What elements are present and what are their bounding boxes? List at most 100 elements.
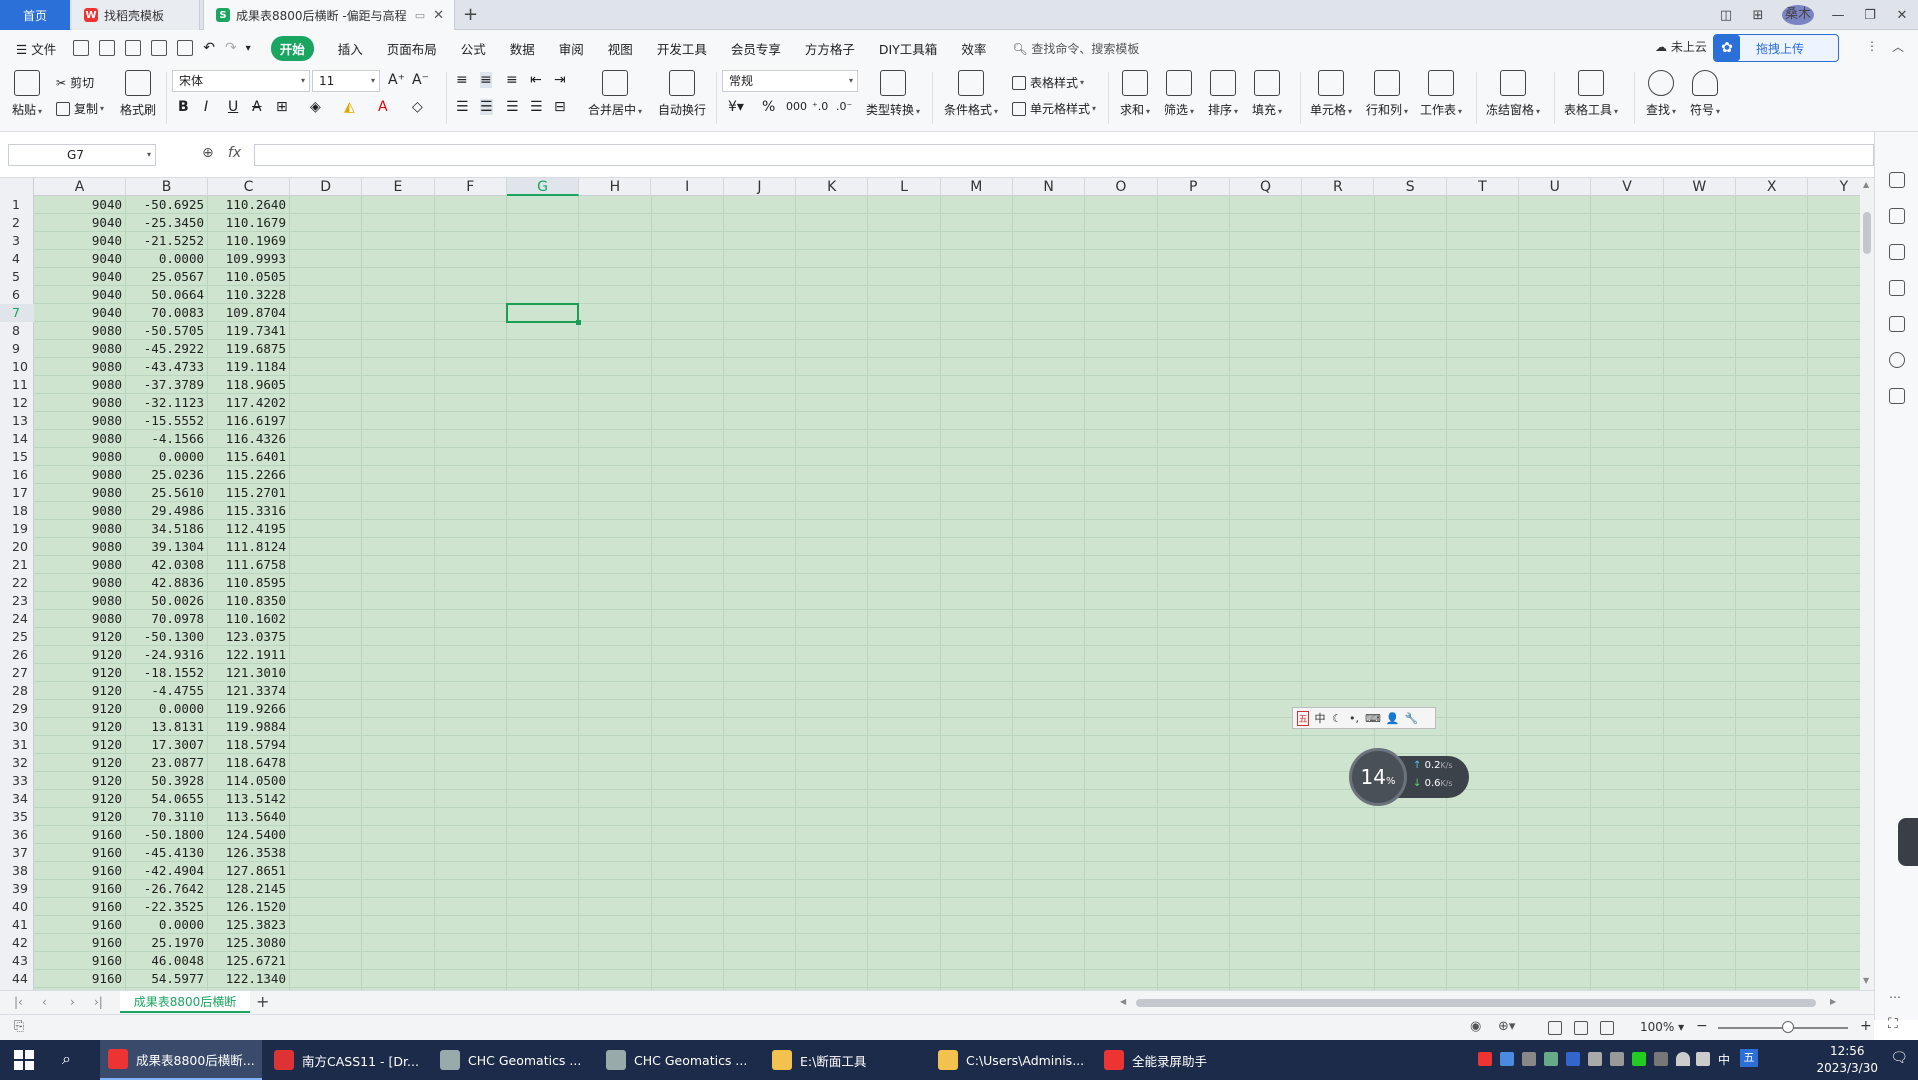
- cell-b[interactable]: -42.4904: [126, 862, 208, 880]
- column-header-a[interactable]: A: [34, 178, 126, 196]
- menu-tab-start[interactable]: 开始: [270, 35, 314, 61]
- align-middle-icon[interactable]: ≡: [480, 72, 492, 88]
- cell-b[interactable]: 34.5186: [126, 520, 208, 538]
- row-header[interactable]: 27: [0, 664, 34, 682]
- cell-c[interactable]: 113.5640: [208, 808, 290, 826]
- active-cell-selection[interactable]: [505, 303, 582, 325]
- clear-format-icon[interactable]: ◇: [412, 99, 423, 115]
- side-properties-icon[interactable]: [1889, 244, 1905, 260]
- cell-a[interactable]: 9120: [34, 718, 126, 736]
- menu-tab-member[interactable]: 会员专享: [731, 39, 781, 58]
- borders-icon[interactable]: ⊞: [276, 99, 288, 115]
- row-header[interactable]: 1: [0, 196, 34, 214]
- cell-c[interactable]: 110.8595: [208, 574, 290, 592]
- cell-b[interactable]: 0.0000: [126, 250, 208, 268]
- cell-b[interactable]: -45.4130: [126, 844, 208, 862]
- cell-a[interactable]: 9040: [34, 196, 126, 214]
- side-select-icon[interactable]: [1889, 208, 1905, 224]
- cell-c[interactable]: 115.3316: [208, 502, 290, 520]
- align-right-icon[interactable]: ☰: [506, 99, 519, 115]
- row-header[interactable]: 43: [0, 952, 34, 970]
- ime-punctuation-icon[interactable]: •,: [1348, 712, 1360, 725]
- row-header[interactable]: 37: [0, 844, 34, 862]
- cell-a[interactable]: 9120: [34, 754, 126, 772]
- cell-a[interactable]: 9040: [34, 268, 126, 286]
- table-style-button[interactable]: 表格样式 ▾: [1012, 74, 1084, 91]
- cell-button[interactable]: 单元格 ▾: [1310, 66, 1352, 118]
- tray-record-icon[interactable]: [1478, 1052, 1492, 1066]
- symbol-button[interactable]: 符号 ▾: [1690, 66, 1720, 118]
- row-header[interactable]: 14: [0, 430, 34, 448]
- tray-wifi-icon[interactable]: [1676, 1052, 1690, 1066]
- cell-area[interactable]: 9040 -50.6925 110.2640 9040 -25.3450 110.1679…: [34, 196, 1860, 990]
- column-header-e[interactable]: E: [362, 178, 435, 196]
- row-header[interactable]: 30: [0, 718, 34, 736]
- cell-c[interactable]: 122.1911: [208, 646, 290, 664]
- taskbar-clock[interactable]: 12:56 2023/3/30: [1816, 1043, 1878, 1077]
- cell-c[interactable]: 124.5400: [208, 826, 290, 844]
- ime-toolbar[interactable]: 五 中 ☾ •, ⌨ 👤 🔧: [1292, 707, 1436, 729]
- add-sheet-icon[interactable]: +: [256, 992, 269, 1011]
- eye-protection-icon[interactable]: ◉: [1470, 1019, 1481, 1034]
- save-icon[interactable]: [73, 40, 90, 56]
- cell-c[interactable]: 117.4202: [208, 394, 290, 412]
- row-header[interactable]: 24: [0, 610, 34, 628]
- cell-b[interactable]: 39.1304: [126, 538, 208, 556]
- close-window-icon[interactable]: ✕: [1886, 8, 1918, 23]
- side-shortcut-icon[interactable]: [1889, 172, 1905, 188]
- row-header[interactable]: 25: [0, 628, 34, 646]
- cell-a[interactable]: 9120: [34, 646, 126, 664]
- tab-close-icon[interactable]: ✕: [433, 8, 444, 23]
- taskbar-app-4[interactable]: CHC Geomatics ...: [598, 1040, 760, 1080]
- cell-b[interactable]: -50.1800: [126, 826, 208, 844]
- fullscreen-icon[interactable]: ⛶: [1888, 1016, 1898, 1032]
- macro-record-icon[interactable]: ⎘: [14, 1019, 24, 1034]
- row-header[interactable]: 18: [0, 502, 34, 520]
- drag-upload-button[interactable]: ✿ 拖拽上传: [1713, 34, 1839, 62]
- row-header[interactable]: 11: [0, 376, 34, 394]
- sum-button[interactable]: 求和 ▾: [1120, 66, 1150, 118]
- cell-a[interactable]: 9080: [34, 592, 126, 610]
- column-header-x[interactable]: X: [1736, 178, 1809, 196]
- row-header[interactable]: 38: [0, 862, 34, 880]
- column-header-f[interactable]: F: [435, 178, 507, 196]
- tray-shield-icon[interactable]: [1544, 1052, 1558, 1066]
- quick-access-dropdown-icon[interactable]: ▾: [246, 43, 251, 54]
- layout-icon[interactable]: ◫: [1710, 8, 1742, 23]
- cell-c[interactable]: 111.6758: [208, 556, 290, 574]
- cell-a[interactable]: 9160: [34, 970, 126, 988]
- side-location-icon[interactable]: [1889, 352, 1905, 368]
- cell-c[interactable]: 115.6401: [208, 448, 290, 466]
- filter-button[interactable]: 筛选 ▾: [1164, 66, 1194, 118]
- side-drawer-handle[interactable]: [1898, 818, 1918, 866]
- minimize-icon[interactable]: —: [1822, 8, 1854, 23]
- row-header[interactable]: 7: [0, 304, 34, 322]
- cell-b[interactable]: 42.8836: [126, 574, 208, 592]
- column-header-k[interactable]: K: [796, 178, 869, 196]
- cell-a[interactable]: 9160: [34, 952, 126, 970]
- vertical-scrollbar[interactable]: ▲ ▼: [1860, 178, 1874, 990]
- column-header-g[interactable]: G: [506, 178, 580, 196]
- bold-icon[interactable]: B: [178, 99, 189, 115]
- cell-a[interactable]: 9160: [34, 844, 126, 862]
- page-layout-view-icon[interactable]: [1574, 1021, 1588, 1035]
- cell-b[interactable]: -50.5705: [126, 322, 208, 340]
- command-search[interactable]: 🔍︎ 查找命令、搜索模板: [1012, 40, 1139, 57]
- distributed-icon[interactable]: ⊟: [554, 99, 566, 115]
- increase-font-icon[interactable]: A⁺: [388, 72, 405, 88]
- row-header[interactable]: 2: [0, 214, 34, 232]
- cell-c[interactable]: 119.6875: [208, 340, 290, 358]
- cell-c[interactable]: 109.9993: [208, 250, 290, 268]
- number-format-select[interactable]: 常规 ▾: [722, 70, 858, 92]
- underline-icon[interactable]: U: [228, 99, 238, 115]
- tab-active-document[interactable]: S 成果表8800后横断 -偏距与高程 ▭ ✕: [203, 0, 455, 30]
- row-header[interactable]: 36: [0, 826, 34, 844]
- cell-a[interactable]: 9120: [34, 808, 126, 826]
- increase-decimal-icon[interactable]: ⁺.0: [812, 100, 828, 113]
- scroll-right-icon[interactable]: ▶: [1830, 997, 1836, 1006]
- row-header[interactable]: 41: [0, 916, 34, 934]
- cell-c[interactable]: 121.3010: [208, 664, 290, 682]
- side-image-icon[interactable]: [1889, 316, 1905, 332]
- export-pdf-icon[interactable]: [99, 40, 116, 56]
- table-tools-button[interactable]: 表格工具 ▾: [1564, 66, 1618, 118]
